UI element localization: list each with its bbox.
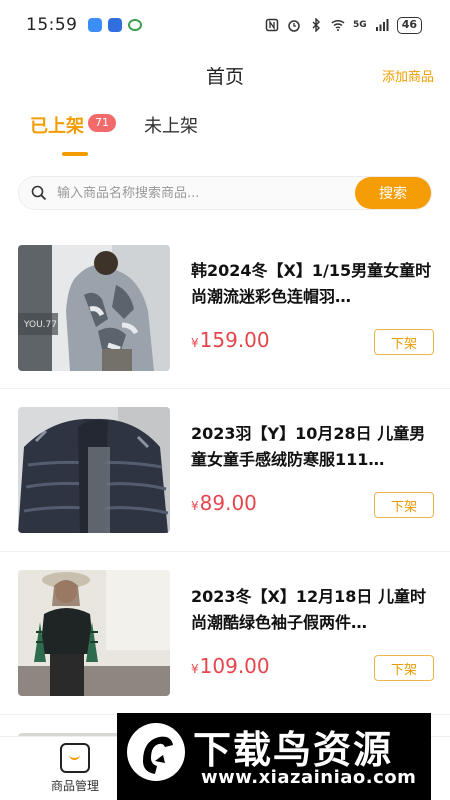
search-input[interactable] xyxy=(55,185,355,201)
product-title: 2023冬【X】12月18日 儿童时尚潮酷绿色袖子假两件… xyxy=(191,587,426,632)
signal-icon xyxy=(375,19,389,31)
price-value: 89.00 xyxy=(199,491,257,515)
product-thumbnail[interactable] xyxy=(18,407,170,533)
unlist-button[interactable]: 下架 xyxy=(374,492,434,518)
tab-product-management[interactable]: 商品管理 xyxy=(40,743,110,794)
app-notification-icon xyxy=(107,18,122,32)
price-value: 109.00 xyxy=(199,654,270,678)
nfc-icon xyxy=(265,18,279,32)
unlist-button[interactable]: 下架 xyxy=(374,655,434,681)
image-caption: YOU.77 xyxy=(23,320,57,330)
add-product-button[interactable]: 添加商品 xyxy=(382,66,434,85)
tab-listed-label: 已上架 xyxy=(30,116,84,137)
search-button[interactable]: 搜索 xyxy=(355,177,431,209)
currency-symbol: ¥ xyxy=(191,499,199,513)
unlist-button[interactable]: 下架 xyxy=(374,329,434,355)
status-time: 15:59 xyxy=(26,15,78,35)
product-item[interactable]: 2023冬【X】12月18日 儿童时尚潮酷绿色袖子假两件… ¥109.00 下架 xyxy=(0,552,450,715)
alarm-icon xyxy=(288,20,300,32)
product-price: ¥109.00 xyxy=(191,654,270,678)
product-item[interactable]: 2023羽【Y】10月28日 儿童男童女童手感绒防寒服111… ¥89.00 下… xyxy=(0,389,450,552)
watermark-title: 下载鸟资源 xyxy=(193,728,394,772)
status-tabs: 已上架 71 未上架 xyxy=(30,112,226,162)
network-type-label: 5G xyxy=(353,20,367,30)
tab-unlisted-label: 未上架 xyxy=(144,116,198,137)
status-bar: 15:59 5G 46 xyxy=(0,0,450,50)
app-notification-icon xyxy=(87,18,102,32)
product-thumbnail[interactable] xyxy=(18,570,170,696)
price-value: 159.00 xyxy=(199,328,270,352)
product-item[interactable]: YOU.77 韩2024冬【X】1/15男童女童时尚潮流迷彩色连帽羽… ¥159… xyxy=(0,226,450,389)
active-tab-indicator xyxy=(62,152,88,156)
bluetooth-icon xyxy=(312,18,321,32)
watermark-url: www.xiazainiao.com xyxy=(201,767,417,788)
currency-symbol: ¥ xyxy=(191,662,199,676)
bird-logo-icon xyxy=(127,723,185,781)
watermark-banner: 下载鸟资源 www.xiazainiao.com xyxy=(117,713,431,800)
wifi-icon xyxy=(331,19,345,31)
battery-indicator: 46 xyxy=(396,16,422,34)
product-thumbnail[interactable]: YOU.77 xyxy=(18,245,170,371)
product-title: 韩2024冬【X】1/15男童女童时尚潮流迷彩色连帽羽… xyxy=(191,261,432,306)
product-title: 2023羽【Y】10月28日 儿童男童女童手感绒防寒服111… xyxy=(191,424,426,469)
tab-product-management-label: 商品管理 xyxy=(50,779,99,793)
product-management-icon xyxy=(60,743,90,773)
page-header: 首页 添加商品 xyxy=(0,52,450,96)
tab-unlisted[interactable]: 未上架 xyxy=(144,112,198,162)
product-price: ¥89.00 xyxy=(191,491,257,515)
search-icon xyxy=(29,176,55,210)
listed-count-badge: 71 xyxy=(88,114,116,132)
search-bar: 搜索 xyxy=(18,176,432,210)
chat-notification-icon xyxy=(127,19,142,31)
tab-listed[interactable]: 已上架 71 xyxy=(30,112,116,162)
currency-symbol: ¥ xyxy=(191,336,199,350)
product-price: ¥159.00 xyxy=(191,328,270,352)
